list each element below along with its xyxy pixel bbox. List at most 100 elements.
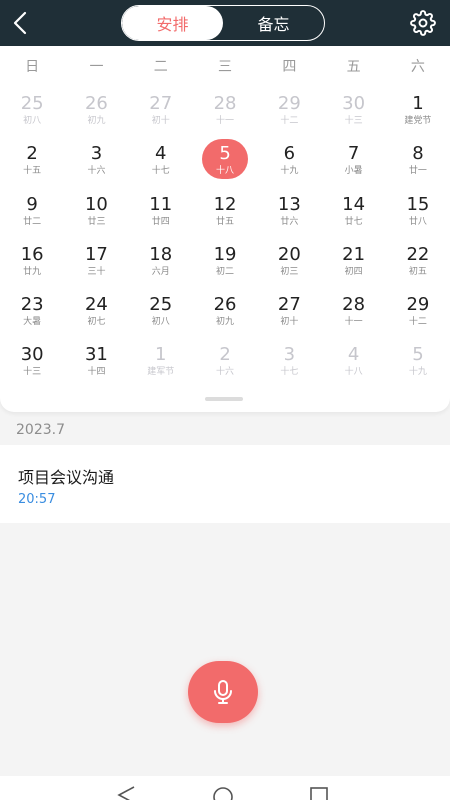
calendar-day[interactable]: 7 小暑 [321,137,385,187]
day-number: 31 [84,344,108,366]
calendar-day[interactable]: 29 十二 [386,288,450,338]
calendar-day[interactable]: 26 初九 [193,288,257,338]
calendar-day[interactable]: 24 初七 [64,288,128,338]
weekday-label: 日 [25,59,40,75]
day-number: 3 [90,143,103,165]
day-number: 21 [342,243,366,265]
calendar-collapse-handle[interactable] [205,397,243,401]
day-number: 25 [20,93,44,114]
calendar-day[interactable]: 11 廿四 [129,188,193,238]
day-number: 3 [283,344,296,366]
calendar-day[interactable]: 1 建党节 [386,87,450,137]
top-bar: 安排 备忘 [0,0,450,46]
calendar-day[interactable]: 21 初四 [321,238,385,288]
calendar-day[interactable]: 30 十三 [0,338,64,388]
calendar-day[interactable]: 26 初九 [64,87,128,137]
day-number: 12 [213,193,237,215]
day-lunar-label: 廿九 [23,266,42,277]
day-lunar-label: 十九 [280,166,299,177]
settings-button[interactable] [410,10,436,36]
weekday-label: 一 [89,59,104,75]
calendar-day[interactable]: 23 大暑 [0,288,64,338]
calendar-day[interactable]: 6 十九 [257,137,321,187]
calendar-day[interactable]: 20 初三 [257,238,321,288]
day-lunar-label: 十一 [216,116,235,126]
event-item[interactable]: 项目会议沟通 20:57 [0,445,450,523]
calendar-day[interactable]: 12 廿五 [193,188,257,238]
month-label: 2023.7 [16,422,65,438]
calendar-day[interactable]: 2 十六 [193,338,257,388]
month-calendar: 日一二三四五六 25 初八 26 初九 27 初十 28 十一 29 十二 30 十三 1 建党节 2 十五 3… [0,46,450,412]
day-lunar-label: 十五 [23,166,42,177]
calendar-day[interactable]: 27 初十 [129,87,193,137]
calendar-day[interactable]: 9 廿二 [0,188,64,238]
back-button[interactable] [8,8,36,38]
calendar-day[interactable]: 2 十五 [0,137,64,187]
calendar-day[interactable]: 5 十九 [386,338,450,388]
day-lunar-label: 初二 [216,266,235,277]
day-number: 6 [283,143,296,165]
day-lunar-label: 小暑 [344,166,363,177]
calendar-day[interactable]: 13 廿六 [257,188,321,238]
tab-memo[interactable]: 备忘 [223,6,324,40]
day-lunar-label: 十七 [151,166,170,177]
nav-back-icon[interactable] [116,786,136,800]
tab-schedule[interactable]: 安排 [122,6,223,40]
calendar-day[interactable]: 27 初十 [257,288,321,338]
day-number: 18 [149,243,173,265]
calendar-day[interactable]: 25 初八 [129,288,193,338]
day-number: 27 [149,93,173,114]
calendar-day[interactable]: 3 十七 [257,338,321,388]
calendar-day[interactable]: 31 十四 [64,338,128,388]
day-number: 26 [84,93,108,114]
day-number: 11 [149,193,173,215]
calendar-day[interactable]: 14 廿七 [321,188,385,238]
day-lunar-label: 十二 [408,317,427,328]
day-number: 23 [20,294,44,316]
calendar-day[interactable]: 22 初五 [386,238,450,288]
calendar-day[interactable]: 4 十八 [321,338,385,388]
calendar-day[interactable]: 28 十一 [321,288,385,338]
day-number: 20 [277,243,301,265]
calendar-day[interactable]: 19 初二 [193,238,257,288]
calendar-day[interactable]: 1 建军节 [129,338,193,388]
day-lunar-label: 廿四 [151,216,170,227]
weekday-label: 五 [346,59,361,75]
calendar-day[interactable]: 25 初八 [0,87,64,137]
calendar-day[interactable]: 4 十七 [129,137,193,187]
day-number: 15 [406,193,430,215]
day-lunar-label: 初十 [151,116,170,126]
nav-recents-icon[interactable] [309,786,329,800]
calendar-day[interactable]: 17 三十 [64,238,128,288]
voice-input-button[interactable] [188,661,258,723]
day-lunar-label: 十二 [280,116,299,126]
day-lunar-label: 廿二 [23,216,42,227]
calendar-day[interactable]: 8 廿一 [386,137,450,187]
day-number: 13 [277,193,301,215]
calendar-day-selected[interactable]: 5 十八 [193,137,257,187]
day-lunar-label: 初八 [151,317,170,328]
day-lunar-label: 建党节 [404,116,432,126]
calendar-day[interactable]: 15 廿八 [386,188,450,238]
calendar-day[interactable]: 28 十一 [193,87,257,137]
calendar-day[interactable]: 30 十三 [321,87,385,137]
calendar-day[interactable]: 18 六月 [129,238,193,288]
weekday-label: 六 [410,59,425,75]
day-number: 29 [277,93,301,114]
day-number: 1 [155,344,167,366]
day-number: 16 [20,243,44,265]
calendar-day[interactable]: 29 十二 [257,87,321,137]
calendar-day[interactable]: 3 十六 [64,137,128,187]
day-lunar-label: 初四 [344,266,363,277]
day-lunar-label: 大暑 [23,317,42,328]
day-number: 25 [149,294,173,316]
calendar-day[interactable]: 10 廿三 [64,188,128,238]
day-lunar-label: 初十 [280,317,299,328]
chevron-left-icon [13,11,27,35]
day-number: 2 [219,344,231,366]
nav-home-icon[interactable] [212,786,234,800]
day-lunar-label: 廿五 [216,216,235,227]
calendar-day[interactable]: 16 廿九 [0,238,64,288]
day-number: 4 [155,143,167,165]
day-number: 17 [84,243,108,265]
